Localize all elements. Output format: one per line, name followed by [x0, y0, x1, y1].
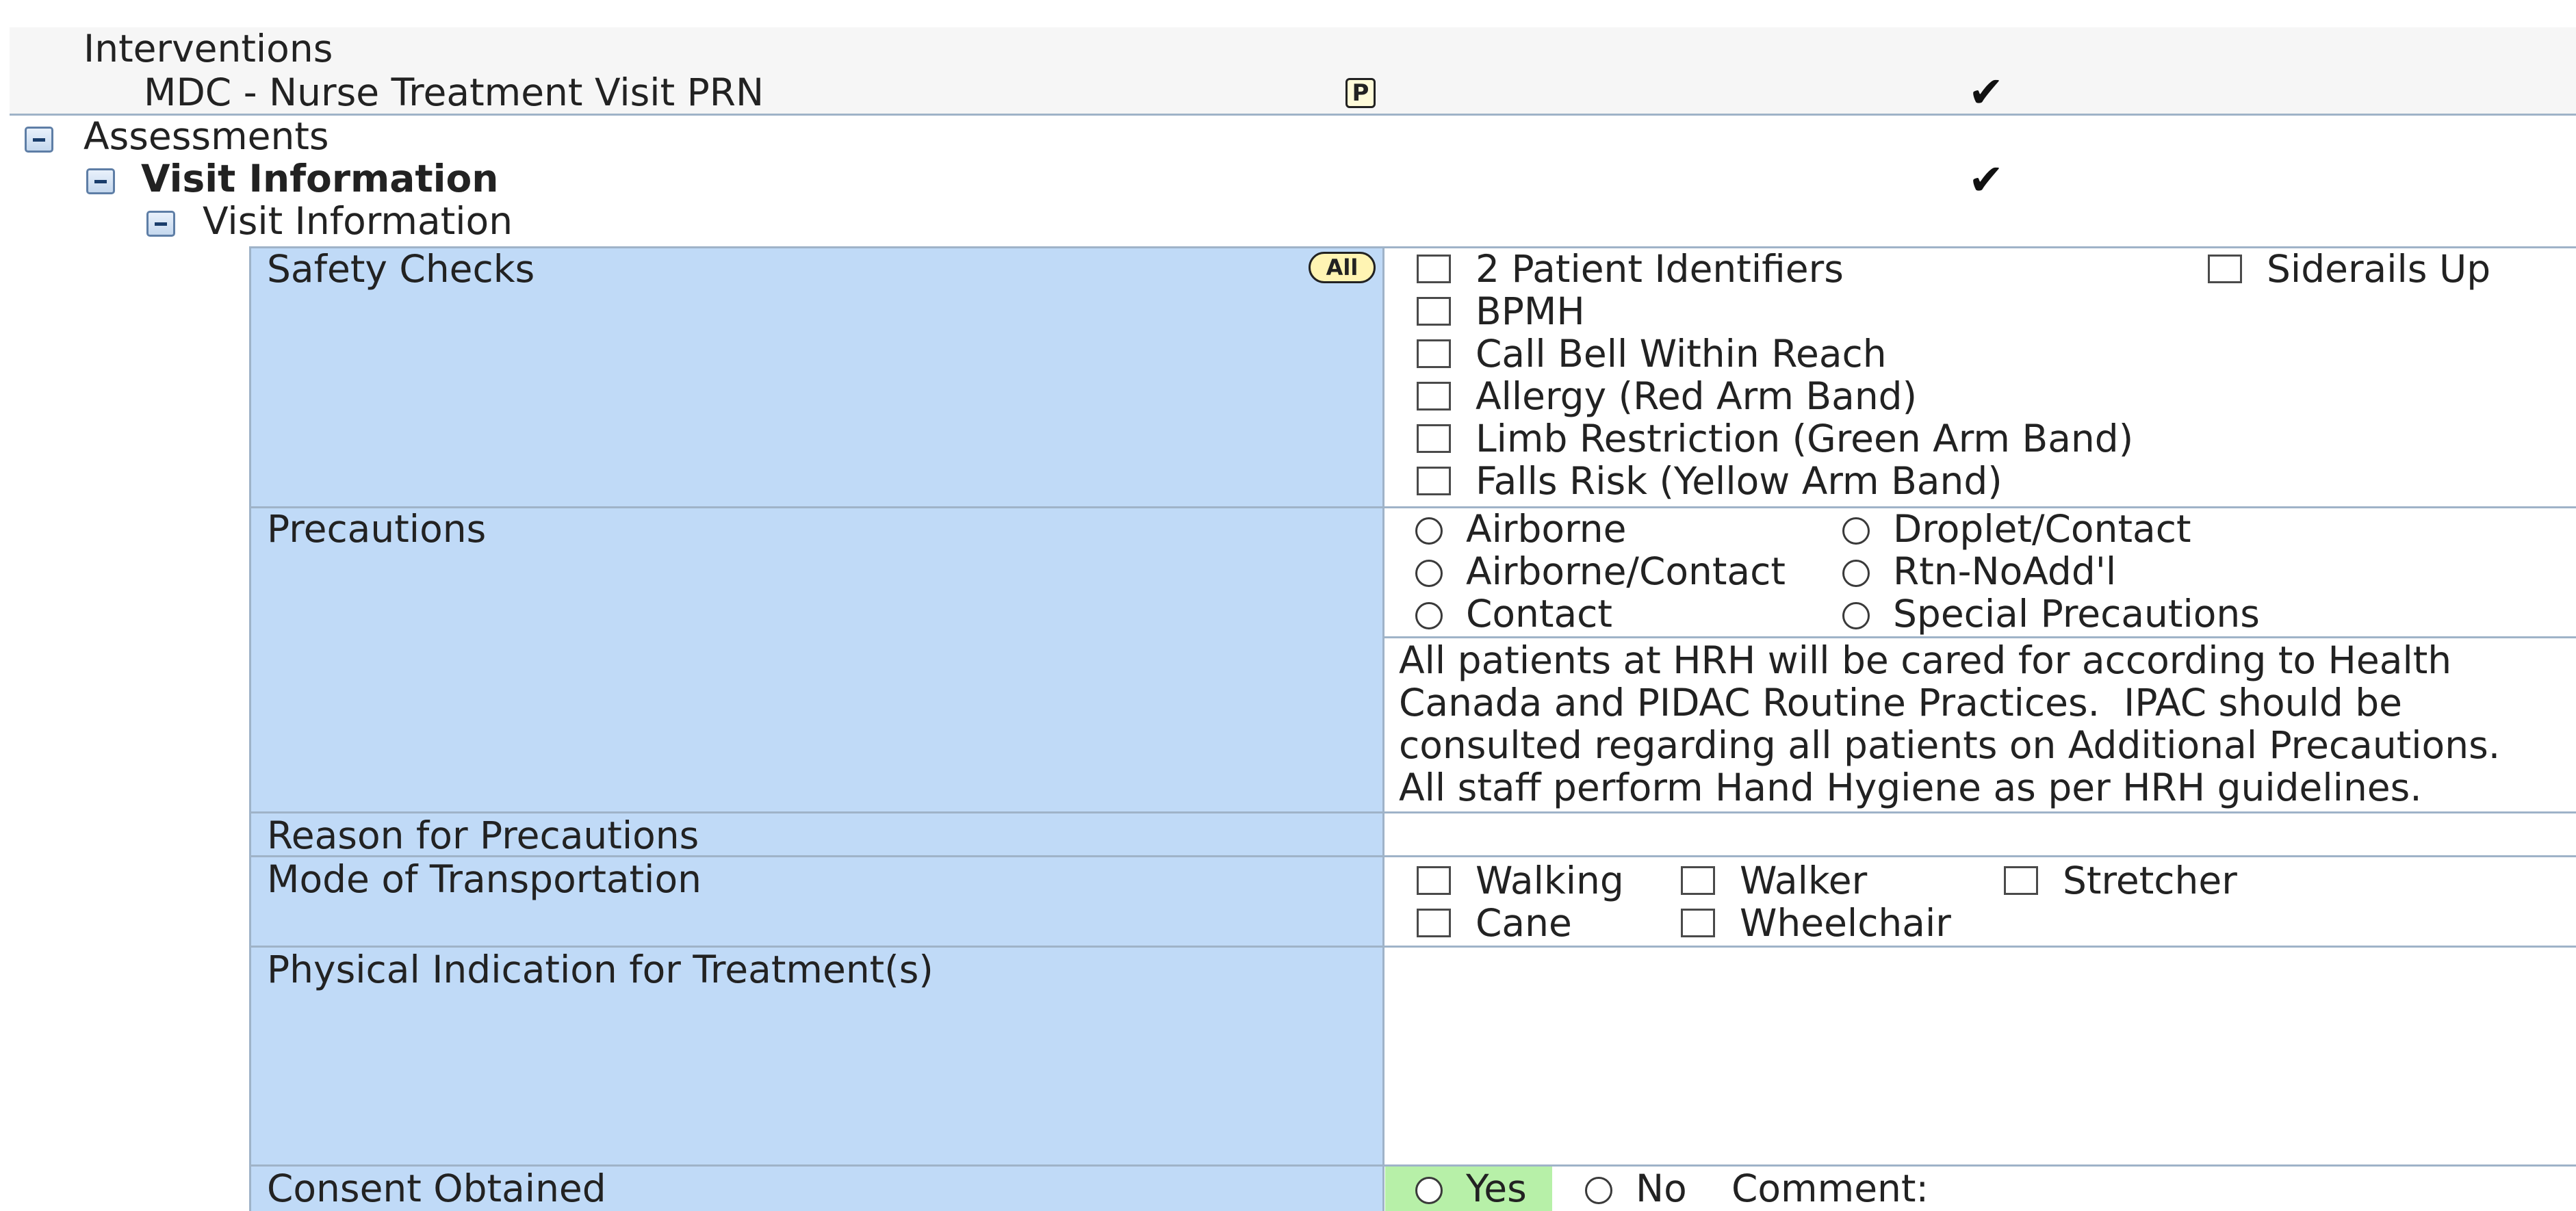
precaution-option[interactable]: Rtn-NoAdd'l — [1893, 550, 2116, 593]
reason-for-precautions-label: Reason for Precautions — [267, 813, 699, 857]
precaution-option[interactable]: Airborne — [1466, 508, 1626, 550]
consent-comment-field[interactable] — [1944, 1167, 2576, 1211]
transport-option[interactable]: Walker — [1740, 859, 1867, 902]
assessments-header[interactable]: Assessments — [83, 115, 329, 157]
precaution-option[interactable]: Special Precautions — [1893, 593, 2260, 635]
reason-for-precautions-field[interactable] — [1385, 813, 2576, 855]
safety-check-option[interactable]: BPMH — [1476, 290, 1585, 333]
safety-check-option[interactable]: Call Bell Within Reach — [1476, 333, 1887, 375]
safety-check-checkbox[interactable] — [2208, 255, 2242, 283]
grid-line — [249, 506, 2576, 508]
safety-check-option[interactable]: Allergy (Red Arm Band) — [1476, 375, 1917, 417]
transport-option[interactable]: Walking — [1476, 859, 1624, 902]
mode-of-transportation-label: Mode of Transportation — [267, 857, 701, 901]
safety-check-checkbox[interactable] — [1417, 339, 1451, 368]
safety-check-option[interactable]: 2 Patient Identifiers — [1476, 248, 1844, 290]
safety-check-checkbox[interactable] — [1417, 255, 1451, 283]
consent-no-option[interactable]: No — [1636, 1167, 1687, 1210]
interventions-header: Interventions — [83, 27, 333, 70]
precaution-radio[interactable] — [1842, 517, 1870, 545]
visit-info-subsection[interactable]: Visit Information — [203, 200, 513, 242]
precautions-note-line: All patients at HRH will be cared for ac… — [1399, 638, 2452, 682]
precautions-label: Precautions — [267, 507, 487, 551]
intervention-done-check-icon: ✔ — [1968, 67, 2004, 117]
safety-check-checkbox[interactable] — [1417, 467, 1451, 495]
transport-checkbox[interactable] — [1417, 909, 1451, 937]
transport-option[interactable]: Cane — [1476, 902, 1572, 944]
safety-check-checkbox[interactable] — [1417, 297, 1451, 326]
grid-line — [249, 246, 251, 1211]
precaution-radio[interactable] — [1415, 517, 1443, 545]
precautions-note-line: Canada and PIDAC Routine Practices. IPAC… — [1399, 681, 2402, 725]
visit-info-sub-collapse-icon[interactable] — [146, 211, 175, 237]
safety-check-option[interactable]: Limb Restriction (Green Arm Band) — [1476, 417, 2133, 460]
precautions-note-line: All staff perform Hand Hygiene as per HR… — [1399, 766, 2422, 809]
transport-option[interactable]: Wheelchair — [1740, 902, 1951, 944]
transport-checkbox[interactable] — [1681, 866, 1715, 895]
divider — [10, 114, 2576, 116]
grid-line — [249, 246, 2576, 248]
transport-checkbox[interactable] — [1681, 909, 1715, 937]
intervention-item-label[interactable]: MDC - Nurse Treatment Visit PRN — [144, 71, 764, 114]
consent-comment-label: Comment: — [1731, 1167, 1929, 1210]
transport-checkbox[interactable] — [1417, 866, 1451, 895]
visit-info-done-check-icon: ✔ — [1968, 155, 2004, 205]
precaution-radio[interactable] — [1842, 560, 1870, 587]
safety-check-option[interactable]: Falls Risk (Yellow Arm Band) — [1476, 460, 2002, 502]
safety-check-checkbox[interactable] — [1417, 382, 1451, 411]
consent-obtained-label: Consent Obtained — [267, 1167, 606, 1210]
transport-checkbox[interactable] — [2004, 866, 2038, 895]
visit-info-title[interactable]: Visit Information — [141, 157, 498, 200]
precaution-option[interactable]: Contact — [1466, 593, 1612, 635]
safety-check-checkbox[interactable] — [1417, 424, 1451, 453]
precaution-radio[interactable] — [1842, 602, 1870, 629]
visit-info-collapse-icon[interactable] — [86, 168, 115, 194]
precaution-radio[interactable] — [1415, 560, 1443, 587]
select-all-badge-icon[interactable]: All — [1309, 252, 1376, 283]
precautions-note-line: consulted regarding all patients on Addi… — [1399, 723, 2501, 767]
precaution-option[interactable]: Airborne/Contact — [1466, 550, 1786, 593]
physical-indication-label: Physical Indication for Treatment(s) — [267, 948, 933, 991]
precaution-radio[interactable] — [1415, 602, 1443, 629]
assessments-collapse-icon[interactable] — [25, 127, 53, 153]
transport-option[interactable]: Stretcher — [2063, 859, 2237, 902]
safety-check-option[interactable]: Siderails Up — [2267, 248, 2490, 290]
safety-checks-label: Safety Checks — [267, 247, 535, 291]
documentation-form: Interventions MDC - Nurse Treatment Visi… — [0, 0, 2576, 1211]
label-column — [250, 246, 1384, 1211]
pending-badge-icon[interactable]: P — [1345, 78, 1376, 108]
consent-yes-option[interactable]: Yes — [1466, 1167, 1527, 1210]
consent-yes-radio[interactable] — [1415, 1177, 1443, 1204]
consent-no-radio[interactable] — [1585, 1177, 1612, 1204]
grid-line — [1382, 246, 1384, 1211]
precaution-option[interactable]: Droplet/Contact — [1893, 508, 2191, 550]
physical-indication-field[interactable] — [1385, 948, 2576, 1164]
